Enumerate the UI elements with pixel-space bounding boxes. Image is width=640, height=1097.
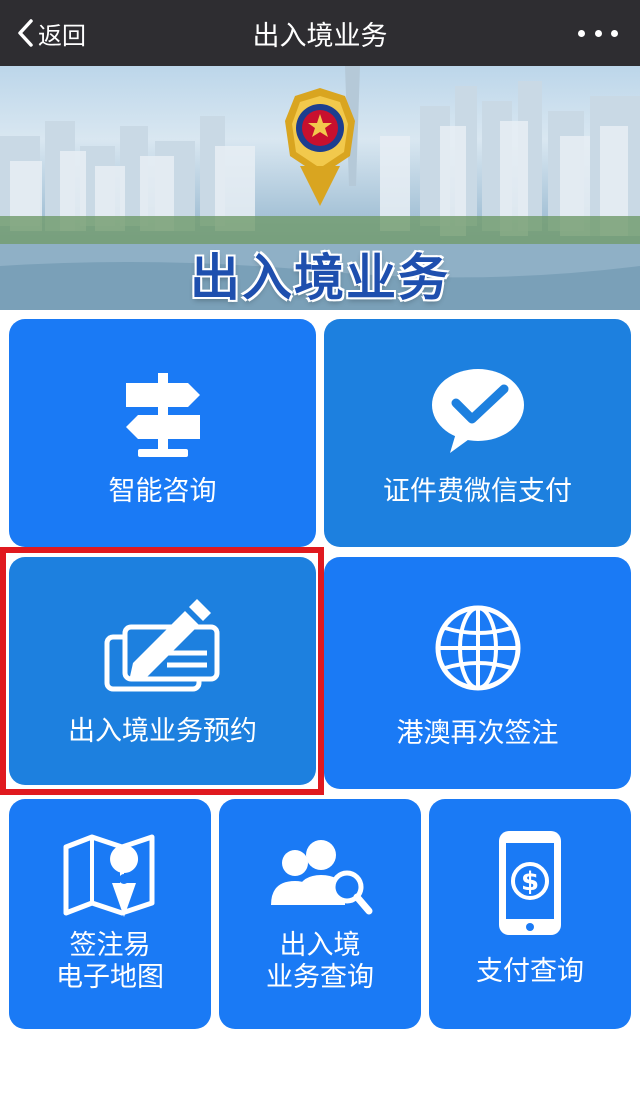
pen-card-icon — [104, 599, 219, 692]
appointment-label: 出入境业务预约 — [68, 716, 257, 747]
wechat-pay-icon — [431, 369, 524, 453]
wechat-pay-tile[interactable]: 证件费微信支付 — [324, 319, 631, 547]
endorsement-map-tile[interactable]: 签注易 电子地图 — [9, 799, 211, 1029]
people-search-icon — [271, 840, 373, 915]
payment-query-label: 支付查询 — [476, 956, 584, 987]
svg-text:$: $ — [521, 867, 539, 897]
globe-icon — [435, 605, 520, 691]
dot-icon — [611, 29, 618, 37]
smart-consult-tile[interactable]: 智能咨询 — [9, 319, 316, 547]
business-query-tile[interactable]: 出入境 业务查询 — [219, 799, 421, 1029]
dot-icon — [578, 29, 585, 37]
banner: 出入境业务 — [0, 66, 640, 310]
navigation-bar: 返回 出入境业务 — [0, 0, 640, 66]
phone-dollar-icon: $ — [499, 831, 561, 935]
page-title: 出入境业务 — [252, 20, 388, 52]
more-menu-button[interactable] — [578, 22, 618, 44]
police-emblem-icon — [285, 88, 355, 206]
endorsement-map-label-line2: 电子地图 — [56, 962, 164, 993]
chevron-left-icon — [18, 19, 33, 47]
smart-consult-label: 智能咨询 — [108, 476, 217, 507]
payment-query-tile[interactable]: $ 支付查询 — [429, 799, 631, 1029]
back-button[interactable]: 返回 — [16, 0, 86, 66]
banner-title: 出入境业务 — [190, 249, 450, 307]
appointment-tile[interactable]: 出入境业务预约 — [9, 557, 316, 785]
business-query-label-line2: 业务查询 — [266, 962, 374, 993]
wechat-pay-label: 证件费微信支付 — [383, 476, 572, 507]
hk-macau-endorsement-tile[interactable]: 港澳再次签注 — [324, 557, 631, 789]
hk-macau-endorsement-label: 港澳再次签注 — [396, 718, 559, 749]
map-pin-icon — [63, 834, 155, 917]
signpost-icon — [125, 373, 200, 457]
business-query-label-line1: 出入境 — [279, 930, 361, 961]
back-label: 返回 — [38, 21, 86, 50]
dot-icon — [594, 29, 602, 37]
endorsement-map-label-line1: 签注易 — [69, 930, 151, 961]
